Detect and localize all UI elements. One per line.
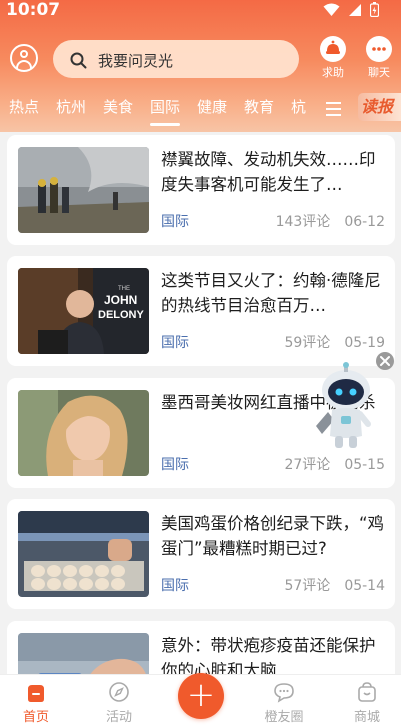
chat-label: 聊天 <box>368 66 390 79</box>
nav-circle-label: 橙友圈 <box>264 710 304 725</box>
nav-mall-label: 商城 <box>353 710 380 725</box>
compass-icon <box>108 681 130 703</box>
tab-food[interactable]: 美食 <box>103 96 133 117</box>
menu-icon[interactable] <box>326 102 341 120</box>
tab-hangzhou[interactable]: 杭州 <box>56 96 86 117</box>
news-card[interactable]: 襟翼故障、发动机失效……印度失事客机可能发生了… 国际 143评论 06-12 <box>7 135 395 245</box>
bottom-navigation: 首页 活动 + 橙友圈 商城 <box>0 673 401 725</box>
thumb-text-delony: DELONY <box>98 309 145 321</box>
news-meta: 143评论 06-12 <box>276 211 385 231</box>
profile-icon[interactable] <box>10 44 38 72</box>
news-date: 06-12 <box>344 214 385 230</box>
search-icon <box>70 52 87 69</box>
nav-activity-label: 活动 <box>105 710 132 725</box>
news-meta: 27评论 05-15 <box>284 454 385 474</box>
assistant-robot-widget[interactable] <box>308 352 400 452</box>
status-time: 10:07 <box>6 0 61 20</box>
news-category[interactable]: 国际 <box>161 454 189 474</box>
search-placeholder: 我要问灵光 <box>98 52 174 70</box>
news-category[interactable]: 国际 <box>161 211 189 231</box>
tab-international[interactable]: 国际 <box>150 96 181 126</box>
news-thumbnail: THE JOHN DELONY <box>18 268 149 354</box>
nav-home[interactable]: 首页 <box>6 681 66 725</box>
news-title[interactable]: 襟翼故障、发动机失效……印度失事客机可能发生了… <box>161 147 387 197</box>
news-meta: 57评论 05-14 <box>284 575 385 595</box>
help-icon <box>320 36 346 62</box>
tab-partial[interactable]: 杭 <box>291 96 311 117</box>
wifi-icon <box>323 3 340 16</box>
news-category[interactable]: 国际 <box>161 575 189 595</box>
news-comments: 57评论 <box>284 578 331 594</box>
news-thumbnail <box>18 390 149 476</box>
news-meta: 59评论 05-19 <box>284 332 385 352</box>
news-title[interactable]: 意外：带状疱疹疫苗还能保护你的心脏和大脑 <box>161 633 387 674</box>
chat-bubble-icon <box>273 681 295 703</box>
news-title[interactable]: 美国鸡蛋价格创纪录下跌，“鸡蛋门”最糟糕时期已过? <box>161 511 387 561</box>
search-bar[interactable]: 我要问灵光 <box>53 40 299 78</box>
thumb-text-john: JOHN <box>104 293 137 307</box>
thumb-text-the: THE <box>118 286 130 292</box>
tab-hot[interactable]: 热点 <box>9 96 39 117</box>
status-icons <box>323 2 379 17</box>
chat-button[interactable]: 聊天 <box>359 36 399 80</box>
read-paper-button[interactable]: 读报 <box>358 93 401 121</box>
help-label: 求助 <box>322 66 344 79</box>
nav-mall[interactable]: 商城 <box>337 681 397 725</box>
news-thumbnail <box>18 511 149 597</box>
tab-health[interactable]: 健康 <box>197 96 227 117</box>
news-thumbnail <box>18 147 149 233</box>
top-bar: 我要问灵光 求助 聊天 <box>0 36 401 80</box>
battery-icon <box>370 2 379 17</box>
shopping-bag-icon <box>356 681 378 703</box>
news-comments: 27评论 <box>284 457 331 473</box>
help-button[interactable]: 求助 <box>313 36 353 80</box>
news-date: 05-19 <box>344 335 385 351</box>
status-bar: 10:07 <box>0 0 401 22</box>
news-card[interactable]: 美国鸡蛋价格创纪录下跌，“鸡蛋门”最糟糕时期已过? 国际 57评论 05-14 <box>7 499 395 609</box>
post-plus-button[interactable]: + <box>178 673 224 719</box>
home-icon <box>25 681 47 703</box>
news-card[interactable]: 意外：带状疱疹疫苗还能保护你的心脏和大脑 <box>7 621 395 674</box>
news-date: 05-15 <box>344 457 385 473</box>
news-comments: 143评论 <box>275 214 331 230</box>
category-tabs: 热点 杭州 美食 国际 健康 教育 杭 读报 <box>0 92 401 126</box>
nav-activity[interactable]: 活动 <box>89 681 149 725</box>
nav-home-label: 首页 <box>22 710 49 725</box>
news-thumbnail <box>18 633 149 674</box>
news-comments: 59评论 <box>284 335 331 351</box>
news-card[interactable]: THE JOHN DELONY 这类节目又火了：约翰·德隆尼的热线节目治愈百万…… <box>7 256 395 366</box>
nav-orange-circle[interactable]: 橙友圈 <box>254 681 314 725</box>
tab-education[interactable]: 教育 <box>244 96 274 117</box>
news-date: 05-14 <box>344 578 385 594</box>
news-category[interactable]: 国际 <box>161 332 189 352</box>
chat-icon <box>366 36 392 62</box>
news-title[interactable]: 这类节目又火了：约翰·德隆尼的热线节目治愈百万… <box>161 268 387 318</box>
signal-icon <box>349 3 361 16</box>
